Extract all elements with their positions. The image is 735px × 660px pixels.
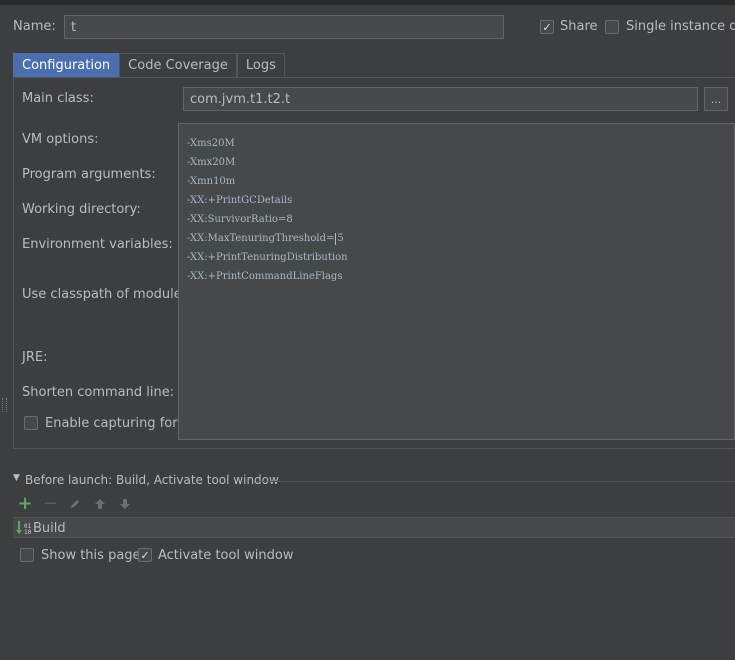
resize-grip-icon[interactable]: [2, 398, 7, 412]
vm-options-label: VM options:: [22, 132, 99, 147]
environment-variables-label: Environment variables:: [22, 237, 173, 252]
tab-configuration[interactable]: Configuration: [13, 53, 120, 77]
main-class-value: com.jvm.t1.t2.t: [190, 91, 291, 107]
main-class-input[interactable]: com.jvm.t1.t2.t: [183, 87, 698, 111]
jre-label: JRE:: [22, 350, 48, 365]
shorten-command-line-label: Shorten command line:: [22, 385, 175, 400]
before-launch-divider: [256, 481, 735, 482]
list-item-label: Build: [33, 520, 66, 536]
vm-option-line: -XX:+PrintCommandLineFlags: [187, 271, 343, 282]
before-launch-title[interactable]: Before launch: Build, Activate tool wind…: [25, 473, 279, 487]
check-icon: ✓: [140, 548, 150, 562]
tab-logs[interactable]: Logs: [236, 53, 285, 77]
enable-capturing-checkbox[interactable]: [24, 416, 38, 430]
vm-option-line: -Xmn10m: [187, 176, 236, 187]
name-label: Name:: [13, 19, 56, 34]
share-checkbox[interactable]: ✓: [540, 20, 554, 34]
check-icon: ✓: [542, 20, 552, 34]
vm-option-line: -Xmx20M: [187, 157, 236, 168]
classpath-module-label: Use classpath of module:: [22, 287, 187, 302]
list-item[interactable]: 01 10 Build: [15, 519, 735, 537]
vm-option-line: -XX:+PrintTenuringDistribution: [187, 252, 348, 263]
add-icon[interactable]: +: [17, 495, 32, 513]
edit-icon[interactable]: [68, 497, 82, 511]
remove-icon[interactable]: −: [42, 495, 57, 513]
svg-text:10: 10: [24, 529, 32, 536]
single-instance-label: Single instance only: [626, 19, 735, 34]
show-this-page-label: Show this page: [41, 548, 141, 563]
share-label: Share: [560, 19, 598, 34]
build-icon: 01 10: [15, 520, 33, 536]
vm-option-text: -XX:MaxTenuringThreshold=: [187, 233, 335, 244]
collapse-triangle-icon[interactable]: ▼: [13, 473, 20, 483]
move-down-icon[interactable]: [118, 497, 132, 511]
browse-button[interactable]: ...: [704, 87, 728, 111]
tab-bar: Configuration Code Coverage Logs: [13, 53, 285, 77]
program-arguments-label: Program arguments:: [22, 167, 156, 182]
show-this-page-checkbox[interactable]: [20, 548, 34, 562]
vm-options-editor[interactable]: -Xms20M -Xmx20M -Xmn10m -XX:+PrintGCDeta…: [178, 123, 735, 440]
vm-option-line: -Xms20M: [187, 138, 235, 149]
working-directory-label: Working directory:: [22, 202, 141, 217]
activate-tool-window-checkbox[interactable]: ✓: [138, 548, 152, 562]
main-class-label: Main class:: [22, 91, 94, 106]
vm-option-line-caret: -XX:MaxTenuringThreshold= 5: [187, 229, 726, 248]
vm-option-line: -XX:+PrintGCDetails: [187, 195, 293, 206]
single-instance-checkbox[interactable]: [605, 20, 619, 34]
move-up-icon[interactable]: [93, 497, 107, 511]
activate-tool-window-label: Activate tool window: [158, 548, 294, 563]
vm-option-text: 5: [337, 233, 344, 244]
name-input-value: t: [71, 19, 77, 35]
tab-code-coverage[interactable]: Code Coverage: [119, 53, 237, 77]
name-input[interactable]: t: [64, 15, 504, 39]
enable-capturing-label: Enable capturing form: [45, 416, 178, 431]
top-bar: [0, 0, 735, 5]
vm-option-line: -XX:SurvivorRatio=8: [187, 214, 293, 225]
